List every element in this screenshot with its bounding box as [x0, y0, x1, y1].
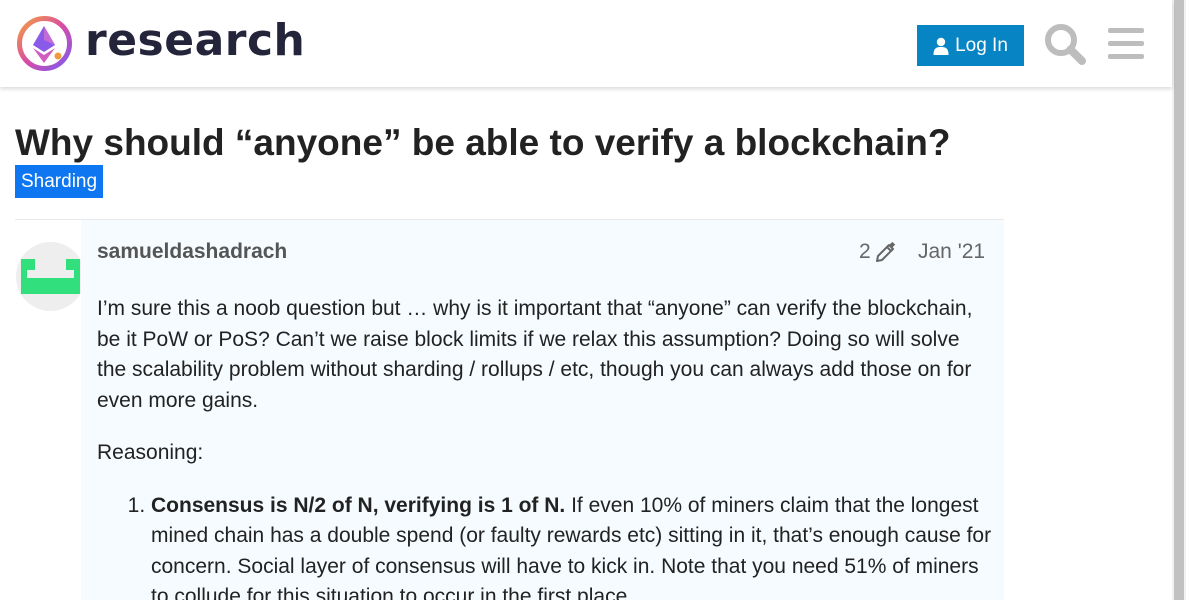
post-date[interactable]: Jan '21 — [918, 240, 985, 264]
reasoning-list: Consensus is N/2 of N, verifying is 1 of… — [97, 491, 992, 600]
topic-title[interactable]: Why should “anyone” be able to verify a … — [15, 122, 950, 164]
post: samueldashadrach 2 Jan '21 I’m sure this… — [81, 220, 1004, 600]
search-button[interactable] — [1043, 22, 1087, 66]
page-scrollbar[interactable] — [1172, 0, 1186, 600]
hamburger-menu-icon — [1108, 28, 1144, 59]
login-label: Log In — [955, 34, 1008, 56]
post-username[interactable]: samueldashadrach — [97, 240, 287, 264]
avatar-identicon-icon — [21, 259, 80, 294]
site-header: research Log In — [0, 0, 1172, 87]
pencil-icon — [875, 241, 895, 262]
site-title: research — [85, 14, 306, 66]
post-paragraph: Reasoning: — [97, 441, 204, 464]
list-item-bold: Consensus is N/2 of N, verifying is 1 of… — [151, 493, 566, 517]
hamburger-menu-button[interactable] — [1106, 24, 1146, 64]
login-button[interactable]: Log In — [917, 25, 1024, 66]
ethereum-research-logo-icon — [17, 16, 72, 71]
scrollbar-thumb[interactable] — [1174, 0, 1184, 600]
post-paragraph: I’m sure this a noob question but … why … — [97, 297, 973, 412]
topic-page: Why should “anyone” be able to verify a … — [0, 87, 1172, 600]
list-item: Consensus is N/2 of N, verifying is 1 of… — [151, 491, 992, 600]
user-icon — [933, 37, 949, 55]
search-icon — [1045, 24, 1086, 65]
site-logo[interactable]: research — [16, 15, 305, 72]
category-badge-sharding[interactable]: Sharding — [15, 165, 104, 198]
avatar[interactable] — [16, 242, 85, 311]
post-body: I’m sure this a noob question but … why … — [97, 294, 992, 600]
edit-count: 2 — [859, 240, 871, 263]
edit-history-button[interactable]: 2 — [859, 240, 897, 264]
